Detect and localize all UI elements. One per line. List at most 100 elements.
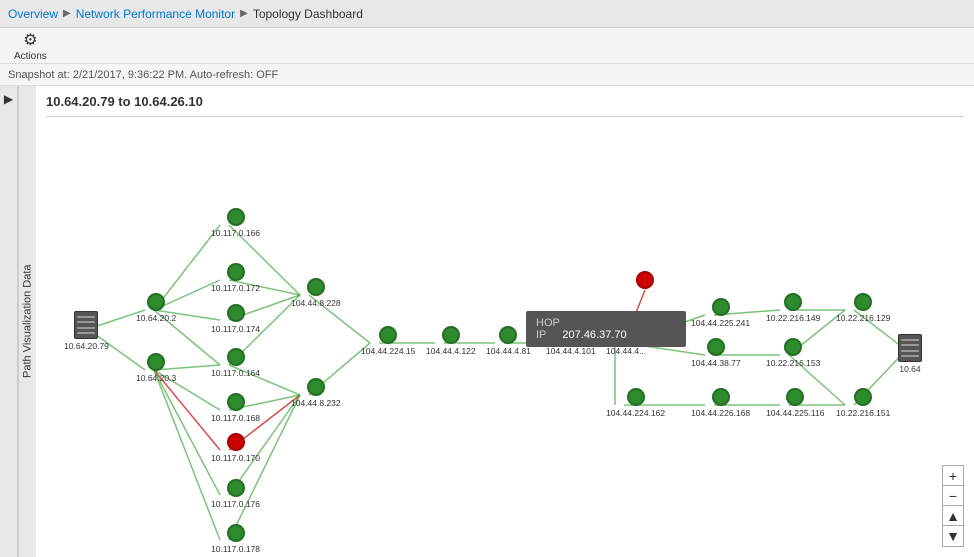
node-n3[interactable]: 10.117.0.166 (211, 208, 260, 238)
breadcrumb-sep-2: ▶ (240, 8, 248, 19)
node-n7[interactable]: 10.117.0.168 (211, 393, 260, 423)
node-n13[interactable]: 104.44.224.15 (361, 326, 415, 356)
node-n18[interactable]: 104.44.224.162 (606, 388, 665, 418)
node-n26-circle (854, 293, 872, 311)
node-n20[interactable]: 104.44.225.241 (691, 298, 750, 328)
node-n25-circle (786, 388, 804, 406)
hop-tooltip: HOP IP 207.46.37.70 (526, 311, 686, 347)
node-n19[interactable] (636, 271, 654, 289)
node-n11-circle (307, 278, 325, 296)
node-n23-circle (784, 293, 802, 311)
node-n14[interactable]: 104.44.4.122 (426, 326, 476, 356)
node-n18-circle (627, 388, 645, 406)
node-n10-label: 10.117.0.178 (211, 544, 260, 554)
node-n10-circle (227, 524, 245, 542)
server-icon-box (74, 311, 98, 339)
node-n2-label: 10.64.20.3 (136, 373, 176, 383)
route-title: 10.64.20.79 to 10.64.26.10 (46, 94, 203, 109)
node-n4-circle (227, 263, 245, 281)
actions-button[interactable]: ⚙ Actions (8, 28, 53, 64)
node-n12-circle (307, 378, 325, 396)
node-n26-label: 10.22.216.129 (836, 313, 890, 323)
toolbar: ⚙ Actions (0, 28, 974, 64)
side-panel-label[interactable]: Path Visualization Data (18, 86, 36, 557)
node-n26[interactable]: 10.22.216.129 (836, 293, 890, 323)
node-n5-circle (227, 304, 245, 322)
main-content: ▶ Path Visualization Data 10.64.20.79 to… (0, 86, 974, 557)
breadcrumb-npm[interactable]: Network Performance Monitor (76, 7, 235, 21)
node-n1[interactable]: 10.64.20.2 (136, 293, 176, 323)
node-n27-label: 10.22.216.151 (836, 408, 890, 418)
node-n5-label: 10.117.0.174 (211, 324, 260, 334)
node-n22-label: 104.44.226.168 (691, 408, 750, 418)
network-edges (36, 86, 974, 557)
node-n1-circle (147, 293, 165, 311)
node-n15-circle (499, 326, 517, 344)
node-n8-circle (227, 433, 245, 451)
node-n9-circle (227, 479, 245, 497)
route-divider (46, 116, 964, 117)
node-n24[interactable]: 10.22.216.153 (766, 338, 820, 368)
node-n19-circle (636, 271, 654, 289)
node-n27[interactable]: 10.22.216.151 (836, 388, 890, 418)
node-dest[interactable]: 10.64 (898, 334, 922, 374)
node-n2-circle (147, 353, 165, 371)
ip-label: IP (536, 329, 546, 341)
zoom-out-button[interactable]: − (943, 486, 963, 506)
node-n9-label: 10.117.0.176 (211, 499, 260, 509)
zoom-in-button[interactable]: + (943, 466, 963, 486)
actions-label: Actions (14, 51, 47, 62)
node-n11-label: 104.44.8.228 (291, 298, 341, 308)
breadcrumb-sep-1: ▶ (63, 8, 71, 19)
breadcrumb-overview[interactable]: Overview (8, 7, 58, 21)
node-n9[interactable]: 10.117.0.176 (211, 479, 260, 509)
node-n3-label: 10.117.0.166 (211, 228, 260, 238)
node-n20-circle (712, 298, 730, 316)
node-n24-label: 10.22.216.153 (766, 358, 820, 368)
node-n10[interactable]: 10.117.0.178 (211, 524, 260, 554)
node-n6[interactable]: 10.117.0.164 (211, 348, 260, 378)
node-n23[interactable]: 10.22.216.149 (766, 293, 820, 323)
node-n21[interactable]: 104.44.38.77 (691, 338, 741, 368)
node-n21-circle (707, 338, 725, 356)
node-n13-label: 104.44.224.15 (361, 346, 415, 356)
node-n22-circle (712, 388, 730, 406)
node-n5[interactable]: 10.117.0.174 (211, 304, 260, 334)
ip-row: IP 207.46.37.70 (536, 329, 676, 341)
node-n8-label: 10.117.0.170 (211, 453, 260, 463)
zoom-down-button[interactable]: ▼ (943, 526, 963, 546)
node-n1-label: 10.64.20.2 (136, 313, 176, 323)
node-n3-circle (227, 208, 245, 226)
node-n11[interactable]: 104.44.8.228 (291, 278, 341, 308)
breadcrumb: Overview ▶ Network Performance Monitor ▶… (0, 0, 974, 28)
node-n15[interactable]: 104.44.4.81 (486, 326, 531, 356)
node-n2[interactable]: 10.64.20.3 (136, 353, 176, 383)
diagram-panel: 10.64.20.79 to 10.64.26.10 (36, 86, 974, 557)
side-toggle-btn[interactable]: ▶ (0, 86, 18, 557)
node-n15-label: 104.44.4.81 (486, 346, 531, 356)
node-n4[interactable]: 10.117.0.172 (211, 263, 260, 293)
node-n21-label: 104.44.38.77 (691, 358, 741, 368)
node-n22[interactable]: 104.44.226.168 (691, 388, 750, 418)
node-n20-label: 104.44.225.241 (691, 318, 750, 328)
snapshot-bar: Snapshot at: 2/21/2017, 9:36:22 PM. Auto… (0, 64, 974, 86)
node-n14-label: 104.44.4.122 (426, 346, 476, 356)
node-source[interactable]: 10.64.20.79 (64, 311, 109, 351)
node-n16-label: 104.44.4.101 (546, 346, 596, 356)
node-n25[interactable]: 104.44.225.116 (766, 388, 824, 418)
node-n14-circle (442, 326, 460, 344)
zoom-up-button[interactable]: ▲ (943, 506, 963, 526)
server-dest-icon-box (898, 334, 922, 362)
node-dest-label: 10.64 (899, 364, 920, 374)
hop-row: HOP (536, 317, 676, 329)
node-n4-label: 10.117.0.172 (211, 283, 260, 293)
node-n7-label: 10.117.0.168 (211, 413, 260, 423)
hop-label: HOP (536, 317, 560, 329)
breadcrumb-current: Topology Dashboard (253, 7, 363, 21)
node-n8[interactable]: 10.117.0.170 (211, 433, 260, 463)
node-n12[interactable]: 104.44.8.232 (291, 378, 341, 408)
node-n13-circle (379, 326, 397, 344)
actions-icon: ⚙ (23, 30, 37, 50)
node-n6-label: 10.117.0.164 (211, 368, 260, 378)
node-n6-circle (227, 348, 245, 366)
